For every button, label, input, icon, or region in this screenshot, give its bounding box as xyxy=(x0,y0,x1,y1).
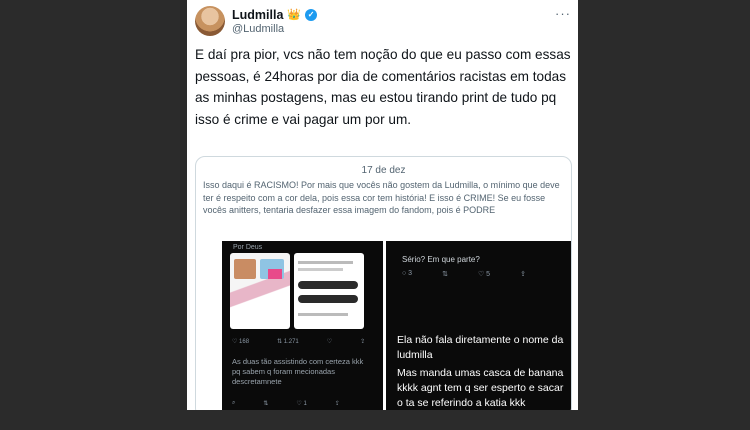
screenshot-right-question: Sério? Em que parte? xyxy=(402,255,480,264)
more-options-icon[interactable]: ··· xyxy=(555,6,571,21)
message-bubble xyxy=(298,281,358,289)
background-strip xyxy=(0,410,750,430)
photo-thumbnail xyxy=(234,259,256,279)
like-count: ♡ 1 xyxy=(296,401,307,407)
screenshot-left-actions-bottom: ⌕ ⇅ ♡ 1 ⇪ xyxy=(232,400,340,407)
share-icon: ⇪ xyxy=(360,339,366,345)
reply-icon: ⌕ xyxy=(232,400,236,406)
text-placeholder xyxy=(298,268,343,271)
retweet-count: ⇅ 1.271 xyxy=(277,339,299,345)
tweet-card: Ludmilla 👑 ✓ @Ludmilla ··· E daí pra pio… xyxy=(187,0,578,410)
verified-badge-icon: ✓ xyxy=(305,9,318,21)
post-image-chat xyxy=(294,253,364,329)
text-placeholder xyxy=(298,313,348,316)
crown-icon: 👑 xyxy=(287,8,302,21)
quote-text: Isso daqui é RACISMO! Por mais que vocês… xyxy=(203,180,560,215)
display-name[interactable]: Ludmilla xyxy=(232,8,283,22)
screenshot-right-line2: ludmilla xyxy=(397,349,433,361)
photo-thumbnail xyxy=(268,269,282,279)
quoted-tweet[interactable]: 17 de dez Isso daqui é RACISMO! Por mais… xyxy=(195,156,572,410)
screenshot-right-line1: Ela não fala diretamente o nome da xyxy=(397,334,564,346)
quote-date: 17 de dez xyxy=(361,165,406,176)
screenshot-right[interactable]: Sério? Em que parte? ○ 3 ⇅ ♡ 5 ⇪ Ela não… xyxy=(386,241,571,410)
screenshot-right-actions: ○ 3 ⇅ ♡ 5 ⇪ xyxy=(402,270,526,278)
share-icon: ⇪ xyxy=(334,401,340,407)
avatar[interactable] xyxy=(195,6,225,36)
screenshot-left-title: Por Deus xyxy=(233,244,263,251)
like-icon: ♡ xyxy=(326,339,333,345)
tweet-text: E daí pra pior, vcs não tem noção do que… xyxy=(195,47,571,127)
post-image-photo xyxy=(230,253,290,329)
text-placeholder xyxy=(298,261,353,264)
reply-count: ♡ 168 xyxy=(232,339,250,345)
retweet-icon: ⇅ xyxy=(442,271,448,278)
author-row: Ludmilla 👑 ✓ xyxy=(232,8,318,22)
screenshot-right-line3: Mas manda umas casca de banana kkkk agnt… xyxy=(397,367,564,409)
quote-screenshots[interactable]: Por Deus ♡ 168 ⇅ 1.271 ♡ ⇪ As duas tão a… xyxy=(222,241,571,410)
screenshot-left-caption: As duas tão assistindo com certeza kkk p… xyxy=(232,357,364,386)
share-icon: ⇪ xyxy=(520,271,526,278)
reply-count: ○ 3 xyxy=(402,270,413,277)
screenshot-left[interactable]: Por Deus ♡ 168 ⇅ 1.271 ♡ ⇪ As duas tão a… xyxy=(222,241,383,410)
user-handle[interactable]: @Ludmilla xyxy=(232,23,284,35)
retweet-icon: ⇅ xyxy=(263,401,269,407)
like-count: ♡ 5 xyxy=(477,271,491,278)
screenshot-left-actions: ♡ 168 ⇅ 1.271 ♡ ⇪ xyxy=(232,338,365,345)
message-bubble xyxy=(298,295,358,303)
